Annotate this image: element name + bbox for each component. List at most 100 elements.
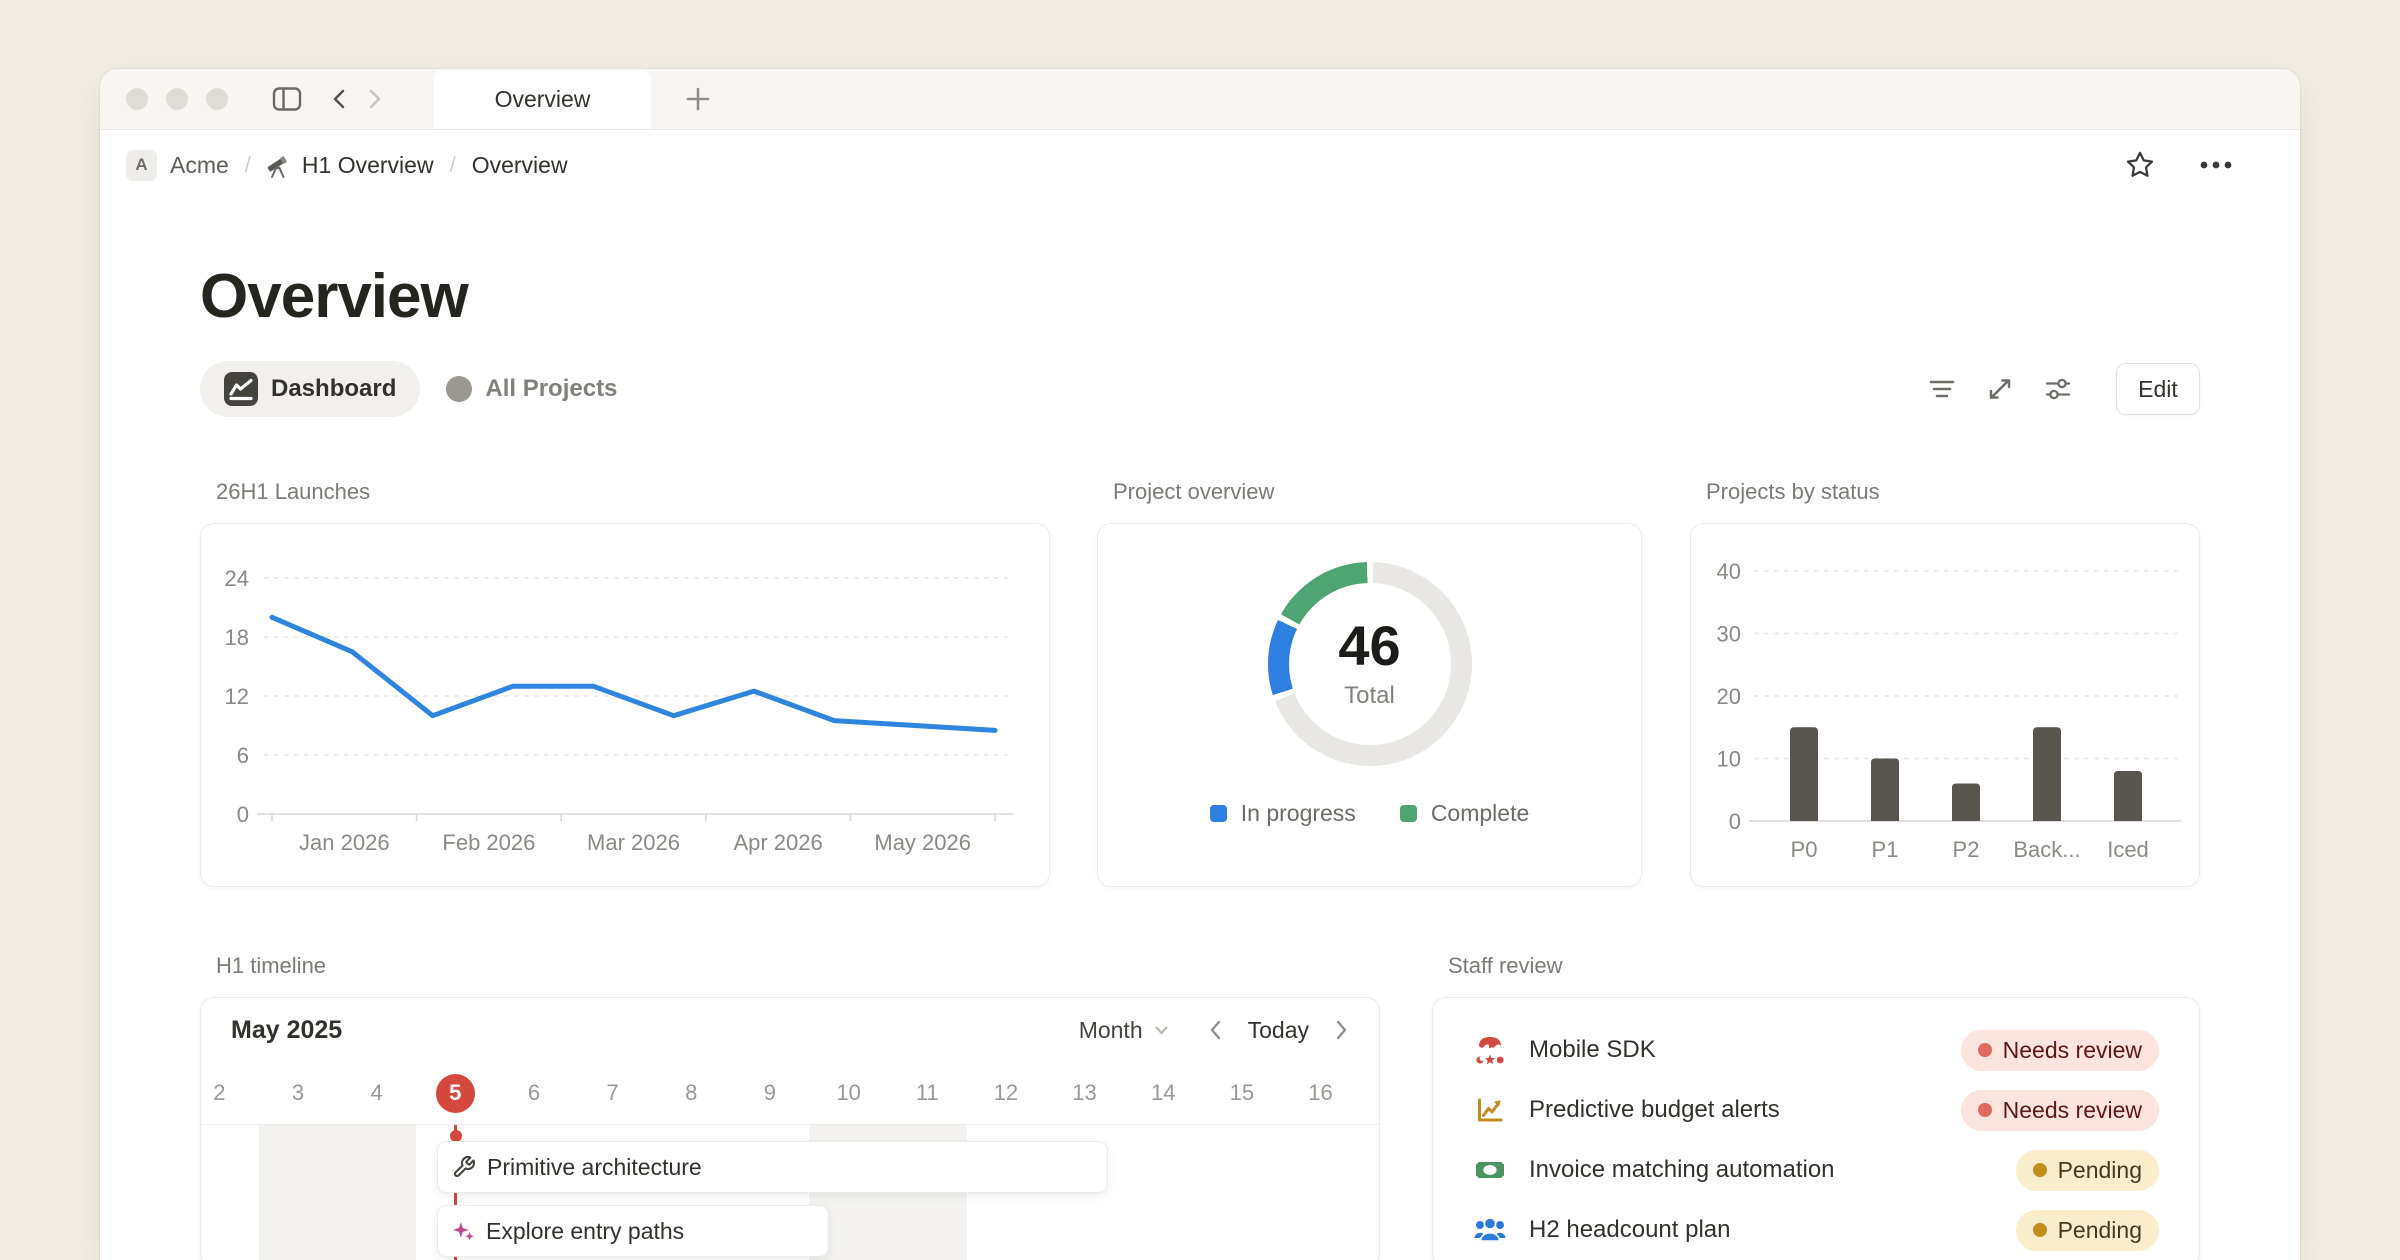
timeline-date[interactable]: 11	[888, 1080, 967, 1106]
status-dot	[1978, 1043, 1992, 1057]
line-chart: 06121824Jan 2026Feb 2026Mar 2026Apr 2026…	[201, 524, 1049, 887]
svg-text:10: 10	[1717, 747, 1741, 772]
legend-item: In progress	[1210, 800, 1356, 827]
timeline-date[interactable]: 2	[200, 1080, 259, 1106]
line-chart-card: 06121824Jan 2026Feb 2026Mar 2026Apr 2026…	[200, 523, 1050, 887]
edit-button[interactable]: Edit	[2116, 363, 2200, 415]
timeline-today-button[interactable]: Today	[1248, 1017, 1309, 1044]
breadcrumb: A Acme / H1 Overview / Overview	[100, 130, 2300, 200]
svg-text:12: 12	[225, 684, 249, 709]
weekend-shading	[259, 1125, 416, 1260]
legend-swatch	[1210, 805, 1227, 822]
forward-icon[interactable]	[364, 87, 386, 111]
workspace-avatar[interactable]: A	[126, 150, 157, 181]
timeline-date-today[interactable]: 5	[416, 1074, 495, 1113]
wrench-icon	[452, 1155, 476, 1179]
svg-text:0: 0	[1729, 809, 1741, 834]
timeline-date[interactable]: 9	[731, 1080, 810, 1106]
widget-title: Project overview	[1097, 479, 1642, 507]
staff-review-card: Mobile SDK Needs review Predictive budg	[1432, 997, 2200, 1260]
back-icon[interactable]	[328, 87, 350, 111]
breadcrumb-page[interactable]: Overview	[472, 152, 568, 179]
breadcrumb-separator: /	[245, 152, 251, 178]
expand-icon[interactable]	[1984, 374, 2016, 404]
status-badge[interactable]: Pending	[2016, 1150, 2159, 1191]
timeline-date[interactable]: 8	[652, 1080, 731, 1106]
sparkles-icon	[452, 1220, 475, 1243]
donut-total-label: Total	[1344, 682, 1395, 710]
window-controls	[126, 69, 228, 129]
sidebar-toggle-icon[interactable]	[272, 86, 302, 113]
timeline-date[interactable]: 10	[809, 1080, 888, 1106]
timeline-date[interactable]: 12	[967, 1080, 1046, 1106]
staff-row[interactable]: Mobile SDK Needs review	[1473, 1020, 2159, 1080]
timeline-next-icon[interactable]	[1335, 1019, 1349, 1041]
widget-title: Staff review	[1432, 953, 2200, 981]
timeline-item-title: Explore entry paths	[486, 1218, 684, 1245]
view-tab-dashboard[interactable]: Dashboard	[200, 361, 420, 417]
timeline-date[interactable]: 4	[337, 1080, 416, 1106]
page-title: Overview	[200, 264, 2200, 329]
telescope-icon	[264, 152, 291, 179]
status-badge[interactable]: Pending	[2016, 1210, 2159, 1251]
timeline-date[interactable]: 7	[573, 1080, 652, 1106]
timeline-date[interactable]: 6	[495, 1080, 574, 1106]
tab-overview[interactable]: Overview	[434, 69, 651, 129]
svg-text:Iced: Iced	[2107, 837, 2149, 862]
chart-increasing-icon	[1473, 1093, 1507, 1127]
timeline-date[interactable]: 16	[1281, 1080, 1360, 1106]
svg-text:20: 20	[1717, 684, 1741, 709]
svg-text:24: 24	[225, 566, 249, 591]
svg-text:Mar 2026: Mar 2026	[587, 830, 680, 855]
view-tab-all-projects[interactable]: All Projects	[446, 375, 617, 403]
status-dot	[1978, 1103, 1992, 1117]
timeline-date[interactable]: 15	[1203, 1080, 1282, 1106]
staff-item-title: Mobile SDK	[1529, 1036, 1656, 1064]
staff-row[interactable]: Invoice matching automation Pending	[1473, 1140, 2159, 1200]
timeline-zoom-select[interactable]: Month	[1079, 1017, 1168, 1044]
bar	[1952, 784, 1980, 822]
more-options-icon[interactable]	[2198, 159, 2234, 171]
tab-label: Overview	[495, 86, 591, 113]
timeline-rows: Primitive architecture Explore entry pat…	[201, 1125, 1379, 1260]
people-icon	[1473, 1213, 1507, 1247]
staff-row[interactable]: H2 headcount plan Pending	[1473, 1200, 2159, 1260]
timeline-dates-row: 2345678910111213141516	[200, 1062, 1379, 1125]
favorite-star-icon[interactable]	[2124, 149, 2156, 181]
timeline-item-title: Primitive architecture	[487, 1154, 702, 1181]
widget-timeline: H1 timeline May 2025 Month	[200, 953, 1380, 1260]
timeline-date[interactable]: 13	[1045, 1080, 1124, 1106]
svg-text:P0: P0	[1791, 837, 1818, 862]
staff-item-title: Invoice matching automation	[1529, 1156, 1835, 1184]
svg-text:18: 18	[225, 625, 249, 650]
status-badge[interactable]: Needs review	[1961, 1090, 2159, 1131]
widget-project-overview: Project overview 46 Total In progressCom…	[1097, 479, 1642, 887]
widget-title: 26H1 Launches	[200, 479, 1050, 507]
widget-projects-by-status: Projects by status 010203040P0P1P2Back..…	[1690, 479, 2200, 887]
app-window: Overview A Acme / H1 Overview / Overview	[100, 69, 2300, 1260]
window-zoom-button[interactable]	[206, 88, 228, 110]
timeline-prev-icon[interactable]	[1208, 1019, 1222, 1041]
breadcrumb-workspace[interactable]: Acme	[170, 152, 229, 179]
legend-swatch	[1400, 805, 1417, 822]
timeline-item[interactable]: Primitive architecture	[437, 1141, 1108, 1193]
window-minimize-button[interactable]	[166, 88, 188, 110]
svg-text:Apr 2026: Apr 2026	[733, 830, 822, 855]
circle-icon	[446, 376, 472, 402]
filter-icon[interactable]	[1926, 374, 1958, 404]
timeline-date[interactable]: 3	[259, 1080, 338, 1106]
svg-text:Back...: Back...	[2013, 837, 2080, 862]
timeline-item[interactable]: Explore entry paths	[437, 1205, 829, 1257]
donut-chart: 46 Total	[1268, 562, 1472, 766]
svg-text:30: 30	[1717, 622, 1741, 647]
svg-text:6: 6	[237, 743, 249, 768]
widget-launches: 26H1 Launches 06121824Jan 2026Feb 2026Ma…	[200, 479, 1050, 887]
window-close-button[interactable]	[126, 88, 148, 110]
staff-row[interactable]: Predictive budget alerts Needs review	[1473, 1080, 2159, 1140]
timeline-date[interactable]: 14	[1124, 1080, 1203, 1106]
status-badge[interactable]: Needs review	[1961, 1030, 2159, 1071]
settings-sliders-icon[interactable]	[2042, 374, 2074, 404]
breadcrumb-parent[interactable]: H1 Overview	[302, 152, 434, 179]
tab-strip: Overview	[100, 69, 2300, 130]
new-tab-icon[interactable]	[683, 69, 713, 129]
